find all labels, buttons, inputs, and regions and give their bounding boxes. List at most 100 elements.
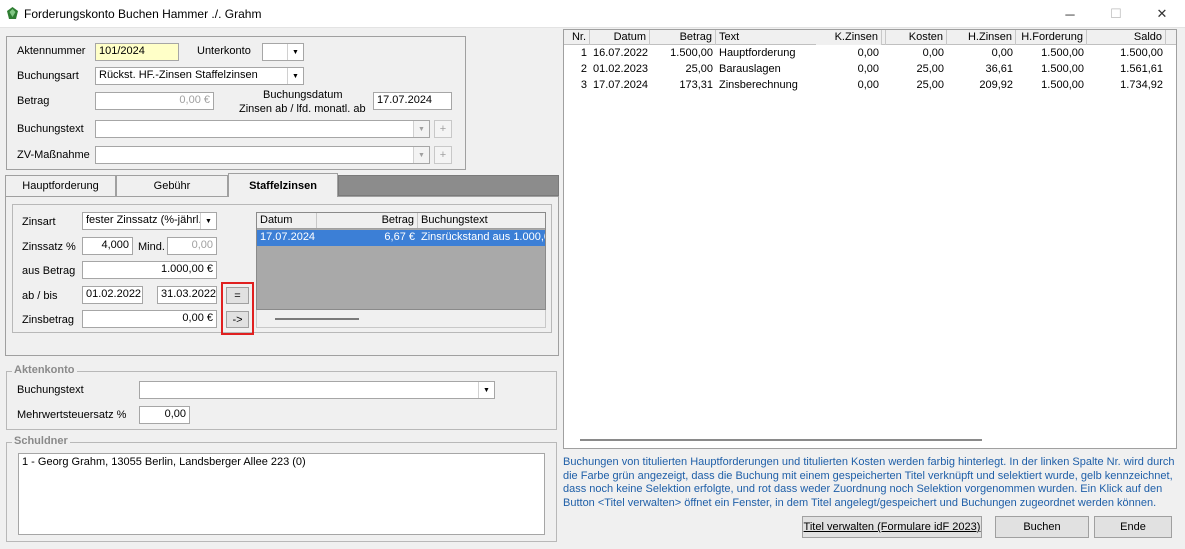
unterkonto-label: Unterkonto (197, 45, 251, 57)
grid-cell-betrag: 6,67 € (384, 231, 415, 243)
col-header-betrag[interactable]: Betrag (650, 30, 716, 45)
cell-datum: 17.07.2024 (593, 79, 649, 91)
tab-hauptforderung[interactable]: Hauptforderung (5, 175, 116, 196)
titel-verwalten-button[interactable]: Titel verwalten (Formulare idF 2023) (802, 516, 982, 538)
grid-header-datum[interactable]: Datum (257, 213, 317, 228)
col-header-saldo[interactable]: Saldo (1087, 30, 1166, 45)
zinssatz-field[interactable]: 4,000 (82, 237, 133, 255)
window-title: Forderungskonto Buchen Hammer ./. Grahm (24, 7, 262, 21)
betrag-label: Betrag (17, 95, 50, 107)
scrollbar-thumb[interactable] (275, 318, 359, 320)
aktennummer-label: Aktennummer (17, 45, 86, 57)
grid-cell-text: Zinsrückstand aus 1.000,0 (421, 231, 545, 243)
staffel-grid-header: Datum Betrag Buchungstext (257, 213, 545, 229)
ende-button[interactable]: Ende (1094, 516, 1172, 538)
table-row[interactable]: 1 16.07.2022 1.500,00 Hauptforderung 0,00 0,0… (564, 46, 1176, 62)
col-header-hforderung[interactable]: H.Forderung (1016, 30, 1087, 45)
schuldner-list[interactable]: 1 - Georg Grahm, 13055 Berlin, Landsberg… (18, 453, 545, 535)
buchungsdatum-label: Buchungsdatum (263, 89, 343, 101)
grid-header-buchungstext[interactable]: Buchungstext (418, 213, 545, 228)
ab-date-field[interactable]: 01.02.2022 (82, 286, 143, 304)
close-button[interactable]: ✕ (1139, 0, 1185, 28)
cell-kzinsen: 0,00 (857, 79, 879, 91)
schuldner-title: Schuldner (12, 435, 70, 447)
cell-saldo: 1.500,00 (1120, 47, 1163, 59)
aktenkonto-buchungstext-select[interactable]: ▼ (139, 381, 495, 399)
zv-massnahme-label: ZV-Maßnahme (17, 149, 90, 161)
cell-saldo: 1.734,92 (1120, 79, 1163, 91)
cell-hzinsen: 36,61 (985, 63, 1013, 75)
buchungsart-value: Rückst. HF.-Zinsen Staffelzinsen (99, 69, 258, 81)
aus-betrag-label: aus Betrag (22, 265, 76, 277)
mind-label: Mind. (138, 241, 165, 253)
cell-datum: 01.02.2023 (593, 63, 649, 75)
grid-cell-datum: 17.07.2024 (260, 231, 316, 243)
transfer-button[interactable]: -> (226, 311, 249, 328)
buchungsart-select[interactable]: Rückst. HF.-Zinsen Staffelzinsen ▼ (95, 67, 304, 85)
buchungen-table-header: Nr. Datum Betrag Text K.Zinsen Kosten H.… (564, 30, 1176, 45)
list-item[interactable]: 1 - Georg Grahm, 13055 Berlin, Landsberg… (22, 456, 306, 468)
cell-text: Zinsberechnung (719, 79, 798, 91)
table-row[interactable]: 3 17.07.2024 173,31 Zinsberechnung 0,00 25,00… (564, 78, 1176, 94)
zinsart-select[interactable]: fester Zinssatz (%-jährl.) ▼ (82, 212, 217, 230)
zinsbetrag-field[interactable]: 0,00 € (82, 310, 217, 328)
tab-gebuehr[interactable]: Gebühr (116, 175, 228, 196)
table-row[interactable]: 17.07.2024 6,67 € Zinsrückstand aus 1.00… (257, 230, 545, 246)
maximize-button[interactable]: ☐ (1093, 0, 1139, 28)
cell-hzinsen: 209,92 (979, 79, 1013, 91)
cell-kosten: 25,00 (916, 79, 944, 91)
cell-betrag: 25,00 (685, 63, 713, 75)
col-header-kzinsen[interactable]: K.Zinsen (816, 30, 882, 45)
mind-field[interactable]: 0,00 (167, 237, 217, 255)
cell-hforderung: 1.500,00 (1041, 63, 1084, 75)
chevron-down-icon[interactable]: ▼ (200, 213, 216, 229)
table-row[interactable]: 2 01.02.2023 25,00 Barauslagen 0,00 25,00 36,6… (564, 62, 1176, 78)
aktennummer-field[interactable]: 101/2024 (95, 43, 179, 61)
cell-text: Hauptforderung (719, 47, 796, 59)
cell-datum: 16.07.2022 (593, 47, 649, 59)
buchen-button[interactable]: Buchen (995, 516, 1089, 538)
cell-kosten: 25,00 (916, 63, 944, 75)
cell-betrag: 173,31 (679, 79, 713, 91)
zv-massnahme-add-button[interactable]: + (434, 146, 452, 164)
chevron-down-icon[interactable]: ▼ (287, 44, 303, 60)
buchungstext-select[interactable]: ▼ (95, 120, 430, 138)
grid-header-betrag[interactable]: Betrag (317, 213, 418, 228)
ab-bis-label: ab / bis (22, 290, 58, 302)
mwst-field[interactable]: 0,00 (139, 406, 190, 424)
table-scrollbar[interactable] (580, 439, 982, 441)
cell-kosten: 0,00 (922, 47, 944, 59)
cell-nr: 1 (580, 47, 587, 59)
chevron-down-icon[interactable]: ▼ (413, 121, 429, 137)
chevron-down-icon[interactable]: ▼ (478, 382, 494, 398)
aus-betrag-field[interactable]: 1.000,00 € (82, 261, 217, 279)
minimize-button[interactable]: ─ (1047, 0, 1093, 28)
chevron-down-icon[interactable]: ▼ (413, 147, 429, 163)
col-header-kosten[interactable]: Kosten (882, 30, 947, 45)
buchungsdatum-field[interactable]: 17.07.2024 (373, 92, 452, 110)
col-header-datum[interactable]: Datum (590, 30, 650, 45)
title-bar: Forderungskonto Buchen Hammer ./. Grahm … (0, 0, 1185, 28)
col-header-hzinsen[interactable]: H.Zinsen (947, 30, 1016, 45)
buchungen-table: Nr. Datum Betrag Text K.Zinsen Kosten H.… (563, 29, 1177, 449)
betrag-field[interactable]: 0,00 € (95, 92, 214, 110)
cell-betrag: 1.500,00 (670, 47, 713, 59)
tab-staffelzinsen[interactable]: Staffelzinsen (228, 173, 338, 197)
tab-strip-filler (338, 175, 559, 196)
cell-kzinsen: 0,00 (857, 63, 879, 75)
zv-massnahme-select[interactable]: ▼ (95, 146, 430, 164)
zinsart-value: fester Zinssatz (%-jährl.) (86, 214, 206, 226)
grid-scrollbar[interactable] (256, 310, 546, 328)
bis-date-field[interactable]: 31.03.2022 (157, 286, 217, 304)
calculate-button[interactable]: = (226, 287, 249, 304)
cell-hforderung: 1.500,00 (1041, 79, 1084, 91)
col-header-nr[interactable]: Nr. (564, 30, 590, 45)
mwst-label: Mehrwertsteuersatz % (17, 409, 127, 421)
staffel-grid: Datum Betrag Buchungstext 17.07.2024 6,6… (256, 212, 546, 310)
cell-hzinsen: 0,00 (991, 47, 1013, 59)
buchungstext-add-button[interactable]: + (434, 120, 452, 138)
buchungstext-label: Buchungstext (17, 123, 84, 135)
cell-saldo: 1.561,61 (1120, 63, 1163, 75)
chevron-down-icon[interactable]: ▼ (287, 68, 303, 84)
unterkonto-select[interactable]: ▼ (262, 43, 304, 61)
